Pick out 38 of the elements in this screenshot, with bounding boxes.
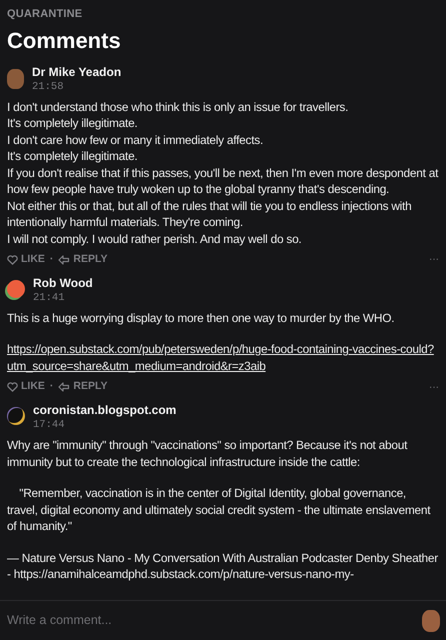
comment-text: It's completely illegitimate. <box>7 148 138 164</box>
comment-link[interactable]: https://anamihalceamdphd.substack.com/p/nature-versus-nano-my- <box>14 567 354 581</box>
comment-text: This is a huge worrying display to more then one way to murder by the WHO. <box>7 310 396 326</box>
comment-text: I don't care how few or many it immediately affects. <box>7 132 264 148</box>
author-name[interactable]: Dr Mike Yeadon <box>32 64 122 80</box>
separator-dot: · <box>50 379 54 394</box>
avatar <box>7 280 25 298</box>
comment-text: If you don't realise that if this passes, you'll be next, then I'm even more despondent at how few people have truly woken up to the global tyranny that's descending. <box>7 164 439 198</box>
author-name[interactable]: coronistan.blogspot.com <box>33 403 176 418</box>
comment-text: "Remember, vaccination is in the center of Digital Identity, global governance, travel, digital economy and ultimately social credit system - the ultimate enslavement of humanity." <box>7 485 432 534</box>
comment-text: I will not comply. I would rather perish. And may well do so. <box>7 230 302 247</box>
like-button[interactable]: LIKE <box>7 379 45 395</box>
comment-text: I don't understand those who think this is only an issue for travellers. <box>7 98 350 115</box>
user-avatar <box>422 610 440 632</box>
page-title: Comments <box>7 26 122 54</box>
more-button[interactable]: ··· <box>429 380 439 395</box>
reply-icon <box>58 254 70 265</box>
comment-time: 21:58 <box>32 80 65 94</box>
comment-text: Why are "immunity" through "vaccinations" so important? Because it's not about immunity but to create the technological infrastructure inside the cattle: <box>7 437 408 470</box>
comment-link[interactable]: https://open.substack.com/pub/petersweden/p/huge-food-containing-vaccines-could?utm_source=share&utm_medium=android&r=z3aib <box>7 341 439 374</box>
comment-input[interactable]: Write a comment... <box>7 607 422 634</box>
more-button[interactable]: ··· <box>429 252 439 268</box>
heart-icon <box>7 254 18 265</box>
reply-button[interactable]: REPLY <box>58 252 108 268</box>
avatar <box>7 407 25 425</box>
heart-icon <box>7 382 18 392</box>
reply-button[interactable]: REPLY <box>58 379 108 395</box>
avatar <box>7 68 24 88</box>
comment-text: It's completely illegitimate. <box>7 115 138 132</box>
section-label: QUARANTINE <box>7 7 84 22</box>
comment-text: Not either this or that, but all of the rules that will tie you to endless injections with intentionally harmful materials. They're coming. <box>7 198 412 230</box>
comment-time: 17:44 <box>33 418 66 432</box>
author-name[interactable]: Rob Wood <box>33 276 93 291</box>
like-button[interactable]: LIKE <box>7 252 45 268</box>
separator-dot: · <box>50 252 54 267</box>
comment-time: 21:41 <box>33 290 66 305</box>
comment-text: — Nature Versus Nano - My Conversation With Australian Podcaster Denby Sheather - https://anamihalceamdphd.substack.com/p/nature-versus-nano-my- <box>7 550 439 582</box>
reply-icon <box>58 382 70 392</box>
